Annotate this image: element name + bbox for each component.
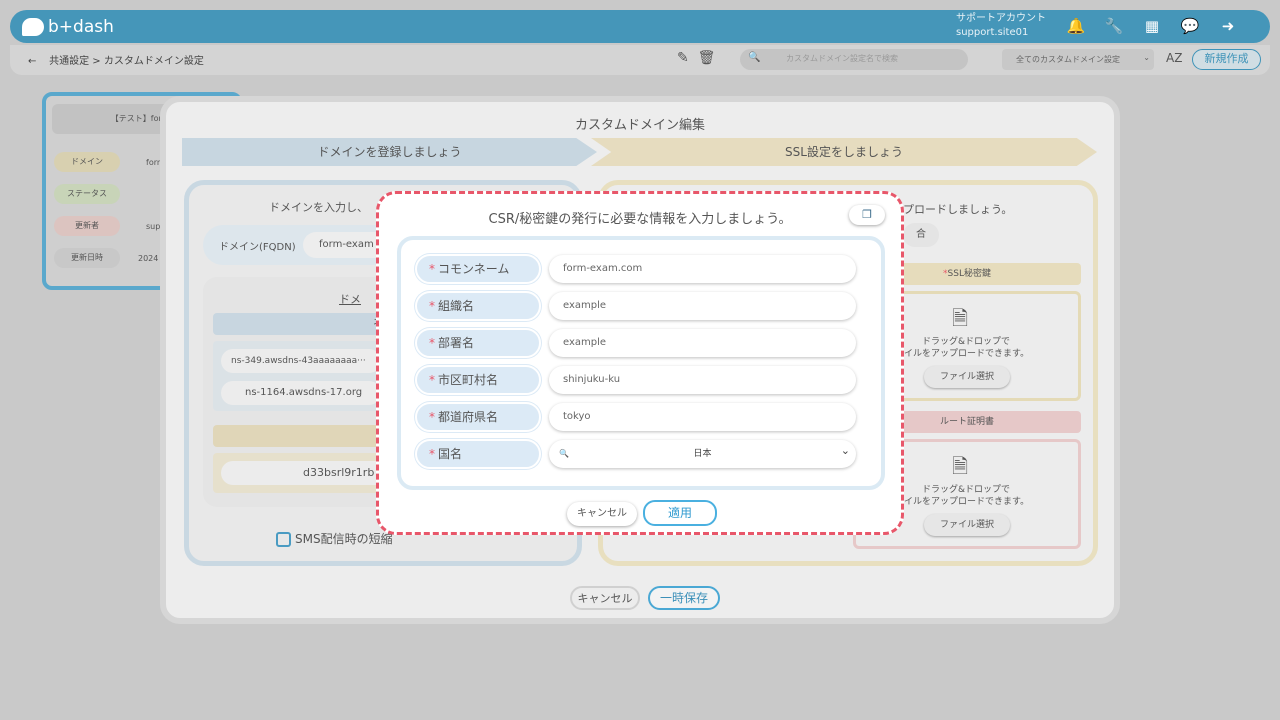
required-mark: *	[429, 336, 435, 350]
form-row-city: * 市区町村名 shinjuku-ku	[415, 365, 859, 395]
required-mark: *	[429, 447, 435, 461]
dns-heading: ドメ	[339, 293, 361, 306]
field-label: * コモンネーム	[415, 254, 541, 284]
field-label: * 市区町村名	[415, 365, 541, 395]
required-mark: *	[429, 373, 435, 387]
logo-bubble-icon	[22, 18, 44, 36]
search-placeholder: カスタムドメイン設定名で検索	[786, 54, 898, 63]
file-upload-icon: 🗎	[952, 306, 969, 330]
toolbar-actions: ✎ 🗑	[677, 50, 715, 66]
card-label-domain: ドメイン	[54, 152, 120, 172]
field-label-text: 都道府県名	[438, 410, 499, 424]
filter-select[interactable]: 全てのカスタムドメイン設定 ⌄	[1002, 49, 1154, 70]
csr-info-dialog: CSR/秘密鍵の発行に必要な情報を入力しましょう。 ❐ * コモンネーム form…	[376, 191, 904, 535]
dialog-title: CSR/秘密鍵の発行に必要な情報を入力しましょう。	[488, 212, 792, 227]
wrench-icon[interactable]: 🔧	[1104, 16, 1124, 36]
step-register-domain[interactable]: ドメインを登録しましょう	[182, 138, 597, 166]
account-id: support.site01	[956, 27, 1029, 38]
nameserver-value: ns-1164.awsdns-17.org	[221, 381, 381, 405]
modal-title: カスタムドメイン編集	[574, 118, 705, 133]
logout-icon[interactable]: ➜	[1218, 16, 1238, 36]
dropzone-text-line2: イルをアップロードできます。	[904, 497, 1030, 507]
prefecture-input[interactable]: tokyo	[549, 403, 856, 431]
form-row-country: * 国名 🔍 日本 ⌄	[415, 439, 859, 469]
field-label: * 部署名	[415, 328, 541, 358]
required-mark: *	[429, 299, 435, 313]
form-row-prefecture: * 都道府県名 tokyo	[415, 402, 859, 432]
card-label-updater: 更新者	[54, 216, 120, 236]
dialog-apply-button[interactable]: 適用	[643, 500, 717, 526]
checkbox-checked-icon[interactable]	[276, 532, 291, 547]
edit-icon[interactable]: ✎	[677, 50, 689, 66]
form-row-common-name: * コモンネーム form-exam.com	[415, 254, 859, 284]
field-label: * 国名	[415, 439, 541, 469]
city-input[interactable]: shinjuku-ku	[549, 366, 856, 394]
card-label-updated-at: 更新日時	[54, 248, 120, 268]
field-label: * 都道府県名	[415, 402, 541, 432]
field-label-text: コモンネーム	[438, 262, 510, 276]
department-input[interactable]: example	[549, 329, 856, 357]
app-logo[interactable]: b+dash	[22, 14, 142, 40]
search-input[interactable]: 🔍 カスタムドメイン設定名で検索	[740, 49, 968, 70]
temporary-save-button[interactable]: 一時保存	[648, 586, 720, 610]
sms-label: SMS配信時の短縮	[295, 532, 393, 546]
logo-text: b+dash	[48, 17, 114, 37]
step-ssl-settings[interactable]: SSL設定をしましょう	[591, 138, 1097, 166]
field-label: * 組織名	[415, 291, 541, 321]
search-icon: 🔍	[748, 52, 761, 63]
chevron-down-icon: ⌄	[1143, 53, 1150, 62]
required-mark: *	[429, 410, 435, 424]
field-label-text: 部署名	[438, 336, 475, 350]
new-create-button[interactable]: 新規作成	[1192, 49, 1261, 70]
domain-panel-heading: ドメインを入力し、	[269, 201, 368, 214]
form-row-organization: * 組織名 example	[415, 291, 859, 321]
chat-icon[interactable]: 💬	[1180, 16, 1200, 36]
dialog-cancel-button[interactable]: キャンセル	[567, 502, 637, 526]
card-label-status: ステータス	[54, 184, 120, 204]
field-label-text: 国名	[438, 447, 463, 461]
country-select[interactable]: 🔍 日本 ⌄	[549, 440, 856, 468]
country-selected-value: 日本	[693, 449, 712, 459]
common-name-input[interactable]: form-exam.com	[549, 255, 856, 283]
modal-cancel-button[interactable]: キャンセル	[570, 586, 640, 610]
file-select-button[interactable]: ファイル選択	[924, 514, 1010, 536]
trash-icon[interactable]: 🗑	[698, 50, 716, 66]
field-label-text: 市区町村名	[438, 373, 499, 387]
dropzone-text-line2: イルをアップロードできます。	[904, 349, 1030, 359]
ssl-panel-heading: プロードしましょう。	[903, 203, 1013, 216]
sort-az-icon[interactable]: AZ	[1166, 51, 1182, 65]
card-value-updater: sup	[146, 222, 161, 231]
form-row-department: * 部署名 example	[415, 328, 859, 358]
breadcrumb-text[interactable]: 共通設定 > カスタムドメイン設定	[49, 56, 204, 67]
fqdn-label: ドメイン(FQDN)	[219, 242, 296, 253]
ssl-key-label: SSL秘密鍵	[947, 269, 991, 279]
sms-shorten-checkbox[interactable]: SMS配信時の短縮	[276, 530, 393, 547]
organization-input[interactable]: example	[549, 292, 856, 320]
card-value-updated-at: 2024	[138, 254, 159, 263]
breadcrumb: ← 共通設定 > カスタムドメイン設定	[28, 52, 204, 67]
chevron-down-icon: ⌄	[840, 444, 850, 457]
beginner-icon[interactable]: ❐	[849, 205, 885, 225]
grid-icon[interactable]: ▦	[1142, 16, 1162, 36]
back-arrow-icon[interactable]: ←	[28, 56, 36, 67]
csr-form: * コモンネーム form-exam.com * 組織名 example * 部署名 …	[397, 236, 885, 490]
nameserver-value: ns-349.awsdns-43aaaaaaaa···	[221, 349, 381, 373]
required-mark: *	[429, 262, 435, 276]
bell-icon[interactable]: 🔔	[1066, 16, 1086, 36]
file-select-button[interactable]: ファイル選択	[924, 366, 1010, 388]
field-label-text: 組織名	[438, 299, 475, 313]
file-upload-icon: 🗎	[952, 454, 969, 478]
account-info[interactable]: サポートアカウント support.site01	[956, 12, 1046, 40]
account-name: サポートアカウント	[956, 13, 1046, 24]
ssl-mode-button[interactable]: 合	[903, 223, 939, 247]
filter-value: 全てのカスタムドメイン設定	[1016, 55, 1120, 64]
